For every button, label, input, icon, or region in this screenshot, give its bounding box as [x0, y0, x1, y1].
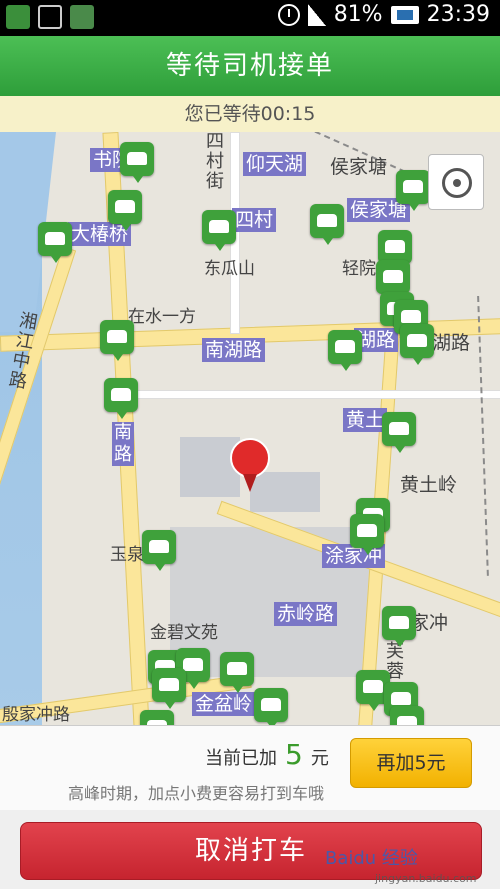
taxi-marker[interactable]	[108, 190, 142, 231]
tip-prefix: 当前已加	[205, 748, 277, 769]
taxi-marker[interactable]	[202, 210, 236, 251]
map-label: 南路	[112, 422, 134, 466]
taxi-marker[interactable]	[382, 606, 416, 647]
taxi-marker[interactable]	[376, 260, 410, 301]
taxi-marker[interactable]	[100, 320, 134, 361]
map-label: 四村街	[206, 132, 224, 192]
map-label: 四村	[232, 208, 277, 232]
tip-unit: 元	[310, 748, 329, 769]
road	[130, 390, 500, 399]
watermark-url: jingyan.baidu.com	[375, 872, 477, 885]
map-label: 黄土	[343, 408, 388, 432]
taxi-marker[interactable]	[390, 706, 424, 725]
alarm-icon	[277, 3, 300, 26]
taxi-marker[interactable]	[140, 710, 174, 725]
building-block	[180, 437, 240, 497]
building-block	[250, 472, 320, 512]
clock: 23:39	[426, 2, 490, 27]
page-title: 等待司机接单	[0, 36, 500, 96]
taxi-marker[interactable]	[400, 324, 434, 365]
tip-panel: 当前已加 5 元 高峰时期，加点小费更容易打到车哦 再加5元	[0, 725, 500, 811]
watermark: Baidu 经验	[325, 848, 418, 869]
tip-status: 当前已加 5 元	[205, 738, 329, 771]
bottom-bar: 取消打车 Baidu 经验 jingyan.baidu.com	[0, 810, 500, 889]
map-label: 金盆岭	[192, 692, 256, 716]
map-notification-icon	[70, 5, 94, 29]
map-label: 南湖路	[202, 338, 266, 362]
signal-icon	[307, 3, 326, 26]
notification-icons	[6, 5, 94, 29]
taxi-marker[interactable]	[120, 142, 154, 183]
app-notification-icon	[6, 5, 30, 29]
taxi-marker[interactable]	[378, 230, 412, 271]
map-label: 黄土岭	[400, 474, 458, 496]
add-tip-button[interactable]: 再加5元	[350, 738, 472, 788]
locate-button[interactable]	[428, 154, 484, 210]
taxi-marker[interactable]	[396, 170, 430, 211]
map-label: 金碧文苑	[150, 623, 218, 643]
battery-icon	[390, 5, 419, 24]
map-label: 在水一方	[128, 307, 196, 327]
map-label: 东瓜山	[204, 259, 255, 279]
map-label: 殷家冲路	[2, 705, 70, 725]
map-view[interactable]: 书院 仰天湖 侯家塘 大椿桥 四村 侯家塘 东瓜山 轻院 在水一方 南湖路 湖路…	[0, 132, 500, 725]
taxi-marker[interactable]	[220, 652, 254, 693]
map-label: 仰天湖	[243, 152, 307, 176]
user-location-pin	[230, 438, 270, 492]
wait-timer: 您已等待00:15	[0, 96, 500, 133]
map-label: 轻院	[342, 259, 376, 279]
tip-hint: 高峰时期，加点小费更容易打到车哦	[68, 784, 325, 803]
taxi-marker[interactable]	[104, 378, 138, 419]
taxi-marker[interactable]	[382, 412, 416, 453]
map-label: 侯家塘	[330, 156, 388, 178]
battery-percent: 81%	[333, 2, 383, 27]
taxi-marker[interactable]	[254, 688, 288, 725]
railway	[471, 295, 489, 577]
status-bar: 81% 23:39	[0, 0, 500, 36]
map-label: 赤岭路	[274, 602, 338, 626]
map-label: 玉泉	[110, 545, 144, 565]
taxi-marker[interactable]	[142, 530, 176, 571]
map-label: 湖路	[432, 332, 471, 354]
taxi-marker[interactable]	[38, 222, 72, 263]
crosshair-icon	[442, 168, 472, 198]
taxi-marker[interactable]	[152, 668, 186, 709]
taxi-marker[interactable]	[350, 514, 384, 555]
taxi-marker[interactable]	[310, 204, 344, 245]
taxi-marker[interactable]	[328, 330, 362, 371]
image-notification-icon	[38, 5, 62, 29]
tip-amount: 5	[285, 738, 303, 771]
